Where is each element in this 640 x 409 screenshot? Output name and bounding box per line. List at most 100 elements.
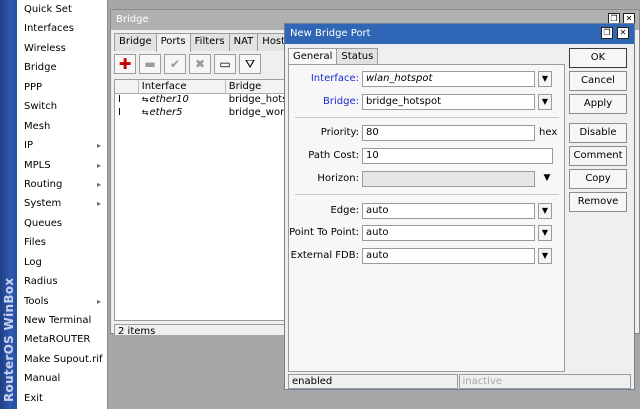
row-bridge: bridge_work	[228, 107, 288, 118]
column-header-interface[interactable]: Interface	[139, 80, 226, 94]
bridge-select[interactable]: bridge_hotspot	[362, 94, 535, 110]
menu-item-label: Quick Set	[24, 4, 72, 15]
menu-item-bridge[interactable]: Bridge	[17, 58, 107, 77]
comment-button[interactable]: Comment	[569, 146, 627, 166]
close-icon[interactable]: ✕	[617, 27, 629, 39]
table-header: Interface Bridge	[115, 80, 288, 94]
menu-item-ip[interactable]: IP ▸	[17, 136, 107, 155]
branding-strip: RouterOS WinBox	[0, 0, 17, 409]
menu-item-mpls[interactable]: MPLS ▸	[17, 156, 107, 175]
edge-dropdown-icon[interactable]: ▼	[538, 203, 552, 219]
menu-item-ppp[interactable]: PPP	[17, 78, 107, 97]
remove-icon[interactable]: ▬	[139, 54, 161, 74]
submenu-arrow-icon: ▸	[96, 141, 101, 151]
row-interface-name: ether10	[149, 94, 189, 105]
menu-item-label: Tools	[24, 295, 49, 307]
menu-item-radius[interactable]: Radius	[17, 272, 107, 291]
row-interface: ⇆ether5	[139, 107, 226, 120]
menu-item-label: Mesh	[24, 120, 51, 132]
menu-item-label: IP	[24, 140, 33, 152]
submenu-arrow-icon: ▸	[96, 296, 101, 306]
external-fdb-select[interactable]: auto	[362, 248, 535, 264]
restore-icon[interactable]: ❐	[601, 27, 613, 39]
menu-item-label: Log	[24, 256, 42, 268]
edge-select[interactable]: auto	[362, 203, 535, 219]
ok-button[interactable]: OK	[569, 48, 627, 68]
menu-item-label: PPP	[24, 81, 43, 93]
menu-item-switch[interactable]: Switch	[17, 97, 107, 116]
point-to-point-dropdown-icon[interactable]: ▼	[538, 225, 552, 241]
status-inactive: inactive	[458, 374, 631, 389]
point-to-point-label: Point To Point:	[289, 227, 359, 238]
menu-item-queues[interactable]: Queues	[17, 214, 107, 233]
menu-item-label: MetaROUTER	[24, 334, 91, 346]
menu-item-label: MPLS	[24, 159, 51, 171]
tab-nat[interactable]: NAT	[228, 33, 259, 51]
tab-ports[interactable]: Ports	[155, 33, 191, 52]
menu-item-label: Interfaces	[24, 23, 74, 35]
tab-status[interactable]: Status	[336, 48, 379, 65]
edge-row: Edge: auto ▼	[289, 203, 566, 219]
cancel-button[interactable]: Cancel	[569, 71, 627, 91]
bridge-window-title: Bridge	[116, 14, 149, 25]
external-fdb-dropdown-icon[interactable]: ▼	[538, 248, 552, 264]
external-fdb-row: External FDB: auto ▼	[289, 248, 566, 264]
menu-item-label: Queues	[24, 217, 63, 229]
menu-item-system[interactable]: System ▸	[17, 194, 107, 213]
dialog-titlebar[interactable]: New Bridge Port ❐ ✕	[285, 24, 634, 44]
brand-text: RouterOS WinBox	[2, 277, 16, 402]
menu-item-mesh[interactable]: Mesh	[17, 117, 107, 136]
menu-item-label: Files	[24, 237, 46, 249]
table-row[interactable]: I ⇆ether5 bridge_work	[115, 107, 288, 120]
table-row[interactable]: I ⇆ether10 bridge_hotspot	[115, 94, 288, 107]
menu-item-make-supout-rif[interactable]: Make Supout.rif	[17, 350, 107, 369]
apply-button[interactable]: Apply	[569, 94, 627, 114]
copy-button[interactable]: Copy	[569, 169, 627, 189]
menu-item-interfaces[interactable]: Interfaces	[17, 19, 107, 38]
menu-item-label: Switch	[24, 101, 58, 113]
menu-item-files[interactable]: Files	[17, 233, 107, 252]
row-bridge: bridge_hotspot	[228, 94, 288, 105]
menu-item-new-terminal[interactable]: New Terminal	[17, 311, 107, 330]
tab-filters[interactable]: Filters	[189, 33, 230, 51]
menu-item-quick-set[interactable]: Quick Set	[17, 0, 107, 19]
horizon-input[interactable]	[362, 171, 535, 187]
edge-label: Edge:	[330, 205, 359, 216]
tab-bridge[interactable]: Bridge	[114, 33, 157, 51]
column-header-bridge[interactable]: Bridge	[226, 80, 288, 94]
menu-item-label: New Terminal	[24, 315, 92, 326]
row-flag: I	[118, 94, 121, 105]
path-cost-row: Path Cost: 10	[289, 148, 566, 164]
menu-item-metarouter[interactable]: MetaROUTER	[17, 330, 107, 349]
menu-item-tools[interactable]: Tools ▸	[17, 292, 107, 311]
point-to-point-select[interactable]: auto	[362, 225, 535, 241]
path-cost-input[interactable]: 10	[362, 148, 553, 164]
row-interface-name: ether5	[149, 107, 183, 118]
menu-item-wireless[interactable]: Wireless	[17, 39, 107, 58]
filter-icon[interactable]: ⛛	[239, 54, 261, 74]
row-flag: I	[118, 107, 121, 118]
menu-item-label: Exit	[24, 392, 43, 404]
bridge-label: Bridge:	[323, 96, 359, 107]
menu-item-routing[interactable]: Routing ▸	[17, 175, 107, 194]
bridge-tabs: Bridge Ports Filters NAT Hosts	[114, 33, 296, 52]
enable-check-icon[interactable]: ✔	[164, 54, 186, 74]
comment-icon[interactable]: ▭	[214, 54, 236, 74]
horizon-row: Horizon: ▼	[289, 171, 566, 187]
menu-item-exit[interactable]: Exit	[17, 389, 107, 408]
column-header-flag[interactable]	[115, 80, 139, 94]
separator	[295, 117, 559, 118]
menu-item-log[interactable]: Log	[17, 253, 107, 272]
disable-x-icon[interactable]: ✖	[189, 54, 211, 74]
bridge-dropdown-icon[interactable]: ▼	[538, 94, 552, 110]
interface-select[interactable]: wlan_hotspot	[362, 71, 535, 87]
menu-item-label: Routing	[24, 178, 63, 190]
menu-item-manual[interactable]: Manual	[17, 369, 107, 388]
ethernet-port-icon: ⇆	[141, 108, 149, 117]
priority-input[interactable]: 80	[362, 125, 535, 141]
add-icon[interactable]: ✚	[114, 54, 136, 74]
horizon-expand-icon[interactable]: ▼	[541, 171, 553, 187]
interface-dropdown-icon[interactable]: ▼	[538, 71, 552, 87]
remove-button[interactable]: Remove	[569, 192, 627, 212]
disable-button[interactable]: Disable	[569, 123, 627, 143]
